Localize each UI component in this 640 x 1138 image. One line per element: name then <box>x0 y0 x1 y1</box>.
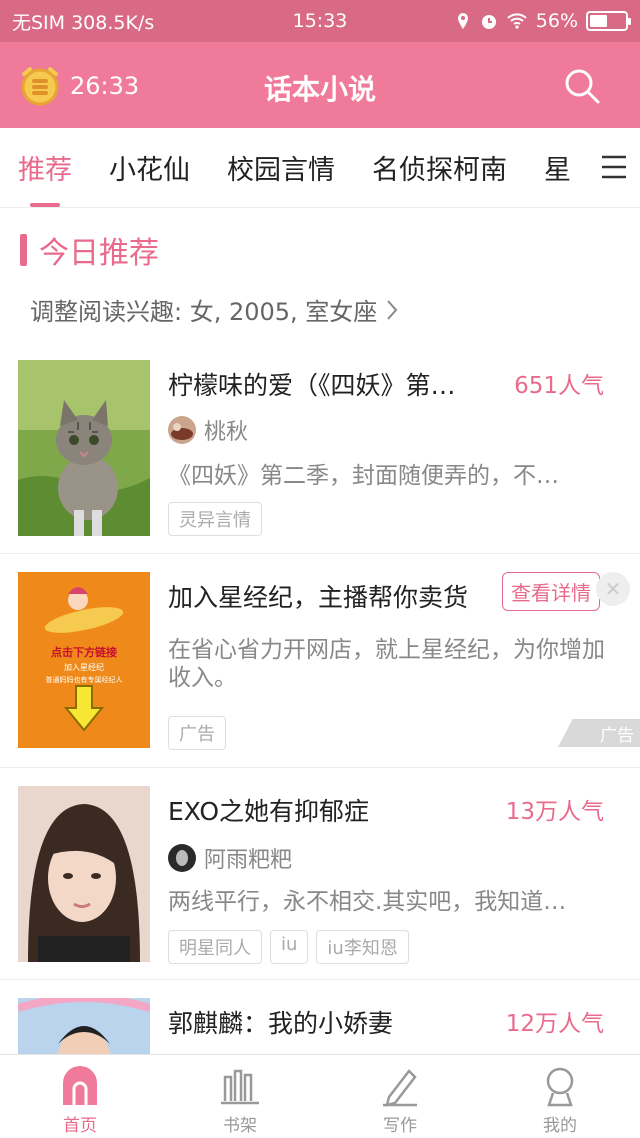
interest-text: 调整阅读兴趣: 女, 2005, 室女座 <box>30 298 378 326</box>
section-title: 今日推荐 <box>39 236 159 271</box>
carrier-speed: 无SIM 308.5K/s <box>12 11 155 34</box>
ad-mark-label: 广告 <box>600 725 634 746</box>
status-bar: 无SIM 308.5K/s 15:33 56% <box>0 0 640 42</box>
alarm-icon <box>481 15 496 29</box>
category-tabs: 推荐 小花仙 校园言情 名侦探柯南 星 <box>0 128 640 208</box>
tab-recommend[interactable]: 推荐 <box>18 148 72 207</box>
author-name: 桃秋 <box>204 420 249 445</box>
profile-icon <box>546 1067 574 1107</box>
search-icon[interactable] <box>562 66 602 106</box>
nav-bookshelf[interactable]: 书架 <box>160 1055 320 1138</box>
ad-title: 加入星经纪，主播帮你卖货 <box>168 583 469 612</box>
tag[interactable]: iu <box>270 930 309 964</box>
author-avatar <box>168 844 196 872</box>
book-description: 两线平行，永不相交.其实吧，我知道… <box>168 889 567 915</box>
section-accent-bar <box>20 234 27 266</box>
ad-cover: 点击下方链接 加入星经纪 普通妈妈也有专属经纪人 <box>18 572 150 748</box>
bottom-nav: 首页 书架 写作 我的 <box>0 1054 640 1138</box>
menu-icon[interactable] <box>600 152 628 182</box>
book-description: 《四妖》第二季，封面随便弄的，不… <box>168 463 559 489</box>
author: 桃秋 <box>168 414 248 446</box>
ad-tag: 广告 <box>168 716 226 750</box>
tag[interactable]: 灵异言情 <box>168 502 262 536</box>
tab-xiaohuaxian[interactable]: 小花仙 <box>109 148 190 187</box>
location-icon <box>457 13 468 29</box>
book-cover-portrait <box>18 786 150 962</box>
ad-description-line2: 收入。 <box>168 665 237 691</box>
pen-icon <box>383 1069 417 1107</box>
popularity: 12万人气 <box>505 1011 604 1037</box>
home-icon <box>63 1066 97 1105</box>
bookshelf-icon <box>221 1069 259 1105</box>
author-name: 阿雨粑粑 <box>204 848 293 873</box>
book-card[interactable]: 郭麒麟：我的小娇妻 12万人气 <box>0 980 640 1054</box>
tag[interactable]: 明星同人 <box>168 930 262 964</box>
popularity: 13万人气 <box>505 799 604 825</box>
tag-list: 灵异言情 <box>168 502 262 536</box>
battery-percent: 56% <box>535 10 578 32</box>
app-header: 26:33 话本小说 <box>0 42 640 128</box>
tab-star[interactable]: 星 <box>544 148 571 187</box>
nav-home[interactable]: 首页 <box>0 1055 160 1138</box>
close-icon[interactable]: ✕ <box>596 572 630 606</box>
tab-campus-romance[interactable]: 校园言情 <box>227 148 335 187</box>
ad-cover-line2: 加入星经纪 <box>64 662 104 672</box>
ad-detail-button[interactable]: 查看详情 <box>502 572 600 611</box>
nav-label: 写作 <box>383 1116 417 1136</box>
author: 阿雨粑粑 <box>168 842 292 874</box>
book-card[interactable]: 柠檬味的爱（《四妖》第… 651人气 桃秋 《四妖》第二季，封面随便弄的，不… … <box>0 340 640 554</box>
chevron-right-icon <box>387 299 398 320</box>
adjust-interest-link[interactable]: 调整阅读兴趣: 女, 2005, 室女座 <box>30 292 399 327</box>
section-header: 今日推荐 <box>20 228 159 272</box>
popularity: 651人气 <box>514 373 604 399</box>
tag-list: 明星同人 iu iu李知恩 <box>168 930 409 964</box>
book-cover-kitten <box>18 360 150 536</box>
ad-tag-list: 广告 <box>168 716 226 750</box>
nav-label: 首页 <box>63 1116 97 1136</box>
book-title: EXO之她有抑郁症 <box>168 797 370 826</box>
tab-detective-conan[interactable]: 名侦探柯南 <box>372 148 507 187</box>
author-avatar <box>168 416 196 444</box>
nav-label: 书架 <box>223 1116 257 1136</box>
ad-mark: 广告 <box>558 719 640 747</box>
book-title: 郭麒麟：我的小娇妻 <box>168 1009 394 1038</box>
ad-cover-line1: 点击下方链接 <box>51 645 117 659</box>
book-title: 柠檬味的爱（《四妖》第… <box>168 371 456 400</box>
tag[interactable]: iu李知恩 <box>316 930 409 964</box>
nav-write[interactable]: 写作 <box>320 1055 480 1138</box>
app-title: 话本小说 <box>263 73 376 106</box>
ad-card[interactable]: 点击下方链接 加入星经纪 普通妈妈也有专属经纪人 加入星经纪，主播帮你卖货 查看… <box>0 554 640 768</box>
wifi-icon <box>507 13 527 29</box>
nav-label: 我的 <box>543 1116 577 1136</box>
nav-profile[interactable]: 我的 <box>480 1055 640 1138</box>
ad-cover-line3: 普通妈妈也有专属经纪人 <box>46 675 123 684</box>
book-cover-boy <box>18 998 150 1054</box>
book-card[interactable]: EXO之她有抑郁症 13万人气 阿雨粑粑 两线平行，永不相交.其实吧，我知道… … <box>0 768 640 980</box>
battery-icon <box>586 11 631 31</box>
